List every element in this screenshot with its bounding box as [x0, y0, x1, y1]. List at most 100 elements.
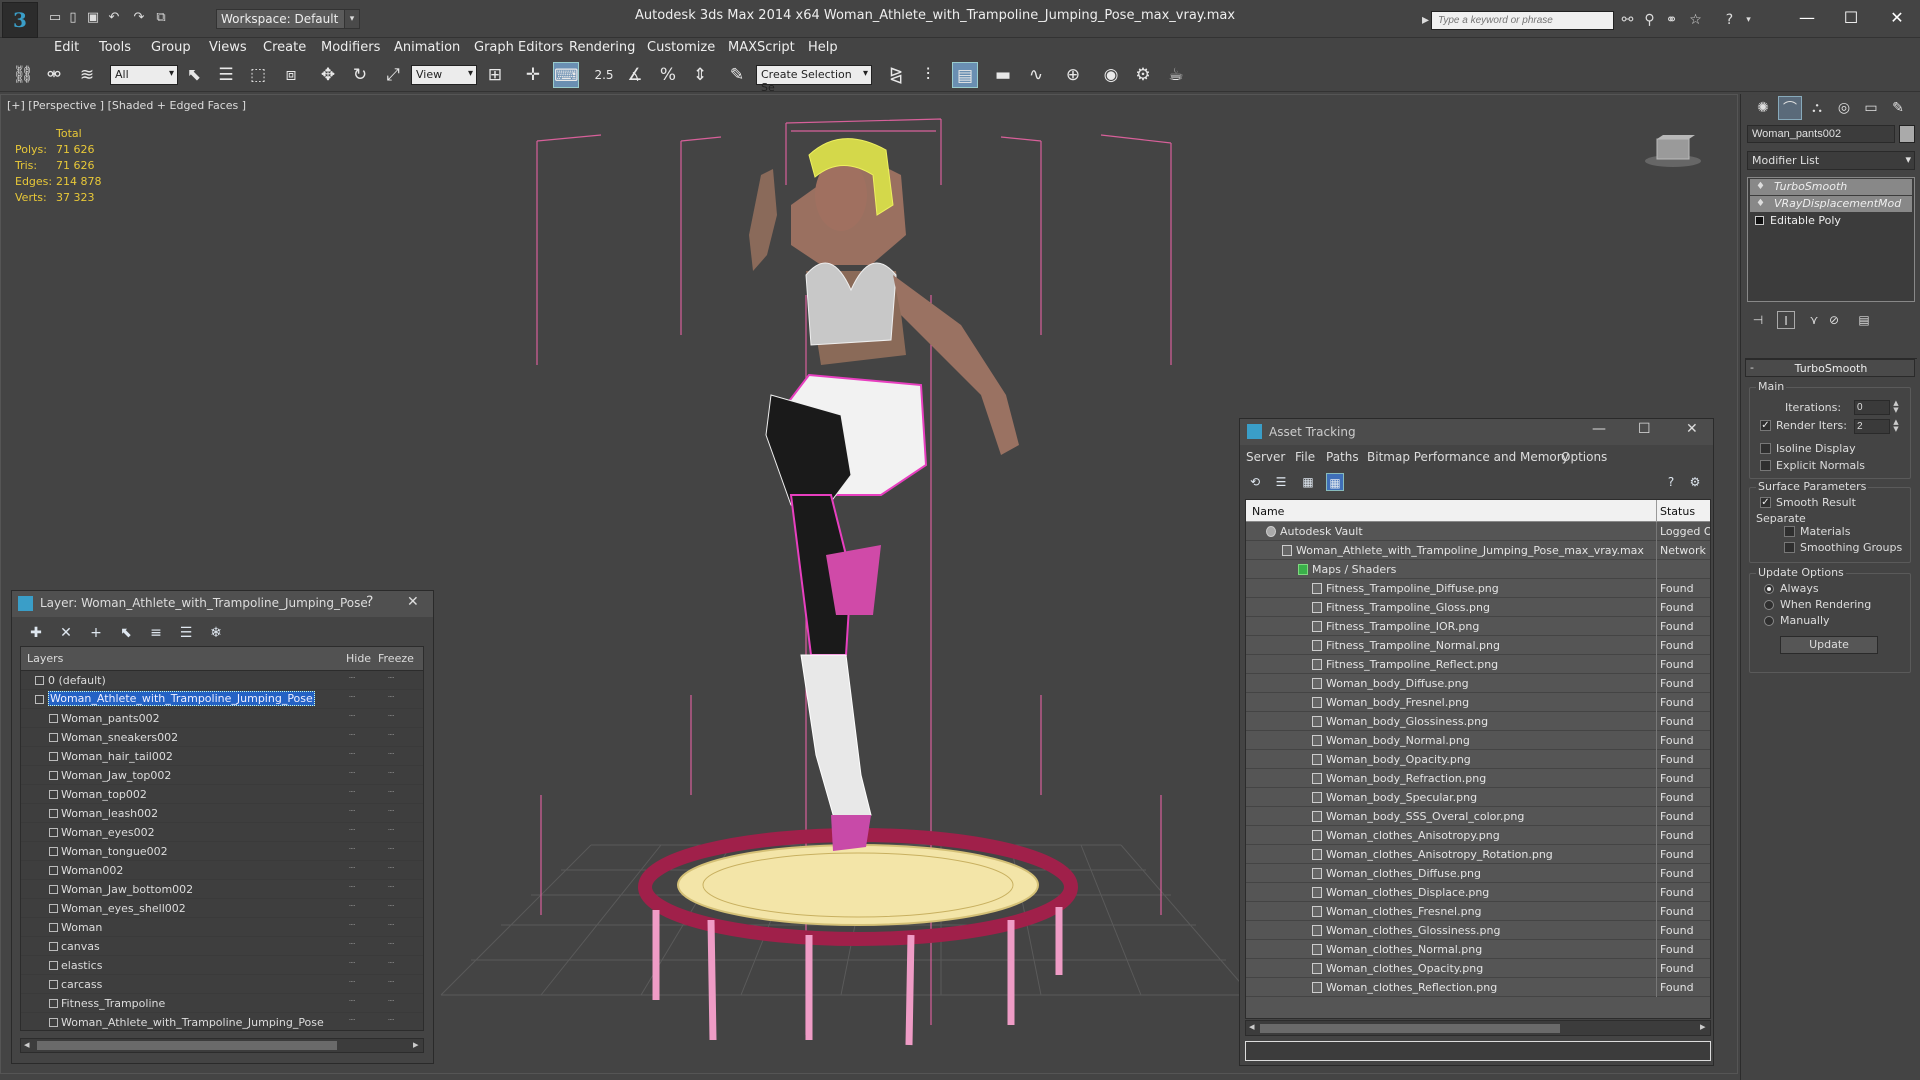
- selection-filter-dropdown[interactable]: All: [110, 65, 178, 85]
- bind-space-warp-icon[interactable]: ≋: [74, 62, 100, 88]
- asset-row[interactable]: Fitness_Trampoline_Diffuse.png Found: [1246, 579, 1710, 598]
- hide-toggle[interactable]: ┈: [349, 863, 355, 874]
- freeze-toggle[interactable]: ┈: [388, 901, 394, 912]
- freeze-toggle[interactable]: ┈: [388, 673, 394, 684]
- hide-toggle[interactable]: ┈: [349, 806, 355, 817]
- asset-row[interactable]: Woman_clothes_Anisotropy.png Found: [1246, 826, 1710, 845]
- freeze-toggle[interactable]: ┈: [388, 711, 394, 722]
- highlight-layer-icon[interactable]: ≡: [146, 623, 166, 643]
- hide-toggle[interactable]: ┈: [349, 996, 355, 1007]
- hide-toggle[interactable]: ┈: [349, 901, 355, 912]
- hide-toggle[interactable]: ┈: [349, 844, 355, 855]
- layer-row[interactable]: Woman_leash002 ┈ ┈: [21, 804, 423, 823]
- configure-modifier-sets-icon[interactable]: ▤: [1855, 311, 1873, 329]
- show-end-result-icon[interactable]: I: [1777, 311, 1795, 329]
- when-rendering-radio[interactable]: [1764, 600, 1774, 610]
- menu-tools[interactable]: Tools: [99, 40, 131, 55]
- stack-item-editable-poly[interactable]: Editable Poly: [1750, 213, 1912, 229]
- freeze-toggle[interactable]: ┈: [388, 939, 394, 950]
- select-object-icon[interactable]: ⬉: [181, 62, 207, 88]
- curve-editor-icon[interactable]: ∿: [1023, 62, 1049, 88]
- asset-row[interactable]: Woman_body_Specular.png Found: [1246, 788, 1710, 807]
- modify-tab-icon[interactable]: ⌒: [1778, 96, 1802, 120]
- align-icon[interactable]: ⫶: [915, 62, 941, 88]
- asset-row[interactable]: Woman_Athlete_with_Trampoline_Jumping_Po…: [1246, 541, 1710, 560]
- stack-item-turbosmooth[interactable]: ♦ TurboSmooth: [1750, 179, 1912, 195]
- remove-modifier-icon[interactable]: ⊘: [1825, 311, 1843, 329]
- spinner-snap-icon[interactable]: ⇕: [687, 62, 713, 88]
- select-by-name-icon[interactable]: ☰: [213, 62, 239, 88]
- object-color-swatch[interactable]: [1899, 125, 1915, 143]
- edit-named-selection-icon[interactable]: ✎: [724, 62, 750, 88]
- new-icon[interactable]: ▭: [46, 9, 64, 27]
- motion-tab-icon[interactable]: ◎: [1832, 96, 1856, 120]
- select-in-layer-icon[interactable]: ⬉: [116, 623, 136, 643]
- help-button[interactable]: ?: [366, 594, 373, 610]
- scrollbar-thumb[interactable]: [37, 1041, 337, 1050]
- explicit-normals-checkbox[interactable]: [1760, 460, 1771, 471]
- delete-layer-icon[interactable]: ✕: [56, 623, 76, 643]
- maximize-icon[interactable]: ☐: [1828, 4, 1874, 32]
- modifier-list-dropdown[interactable]: Modifier List: [1747, 151, 1915, 170]
- rotate-icon[interactable]: ↻: [347, 62, 373, 88]
- smoothing-groups-checkbox[interactable]: [1784, 542, 1795, 553]
- display-tab-icon[interactable]: ▭: [1859, 96, 1883, 120]
- hide-toggle[interactable]: ┈: [349, 692, 355, 703]
- freeze-toggle[interactable]: ┈: [388, 768, 394, 779]
- scale-icon[interactable]: ⤢: [380, 62, 406, 88]
- hide-all-layers-icon[interactable]: ☰: [176, 623, 196, 643]
- hide-toggle[interactable]: ┈: [349, 749, 355, 760]
- asset-row[interactable]: Woman_clothes_Displace.png Found: [1246, 883, 1710, 902]
- hide-toggle[interactable]: ┈: [349, 1015, 355, 1026]
- asset-row[interactable]: Woman_body_Normal.png Found: [1246, 731, 1710, 750]
- schematic-view-icon[interactable]: ⊕: [1060, 62, 1086, 88]
- asset-row[interactable]: Woman_clothes_Opacity.png Found: [1246, 959, 1710, 978]
- asset-row[interactable]: Woman_body_Refraction.png Found: [1246, 769, 1710, 788]
- spinner-arrows-icon[interactable]: ▲ ▼: [1892, 400, 1900, 415]
- freeze-toggle[interactable]: ┈: [388, 996, 394, 1007]
- asset-row[interactable]: Woman_clothes_Glossiness.png Found: [1246, 921, 1710, 940]
- layer-dialog-titlebar[interactable]: Layer: Woman_Athlete_with_Trampoline_Jum…: [12, 591, 433, 617]
- asset-row[interactable]: Fitness_Trampoline_Reflect.png Found: [1246, 655, 1710, 674]
- menu-graph-editors[interactable]: Graph Editors: [474, 40, 563, 55]
- layer-row[interactable]: Woman_eyes002 ┈ ┈: [21, 823, 423, 842]
- render-iters-spinner[interactable]: [1854, 419, 1890, 434]
- create-layer-icon[interactable]: ✚: [26, 623, 46, 643]
- asset-row[interactable]: Woman_clothes_Diffuse.png Found: [1246, 864, 1710, 883]
- reference-coordinate-dropdown[interactable]: View: [411, 65, 477, 85]
- asset-row[interactable]: Woman_body_SSS_Overal_color.png Found: [1246, 807, 1710, 826]
- column-name[interactable]: Name: [1252, 505, 1284, 518]
- stack-item-vraydisplacement[interactable]: ♦ VRayDisplacementMod: [1750, 196, 1912, 212]
- freeze-toggle[interactable]: ┈: [388, 958, 394, 969]
- hide-toggle[interactable]: ┈: [349, 673, 355, 684]
- asset-row[interactable]: Fitness_Trampoline_IOR.png Found: [1246, 617, 1710, 636]
- asset-row[interactable]: Woman_clothes_Fresnel.png Found: [1246, 902, 1710, 921]
- object-name-field[interactable]: [1747, 125, 1895, 143]
- freeze-toggle[interactable]: ┈: [388, 1015, 394, 1026]
- make-unique-icon[interactable]: ⋎: [1805, 311, 1823, 329]
- hide-toggle[interactable]: ┈: [349, 730, 355, 741]
- hide-toggle[interactable]: ┈: [349, 711, 355, 722]
- close-icon[interactable]: ✕: [407, 594, 419, 610]
- freeze-toggle[interactable]: ┈: [388, 825, 394, 836]
- menu-views[interactable]: Views: [209, 40, 247, 55]
- menu-create[interactable]: Create: [263, 40, 306, 55]
- scroll-left-icon[interactable]: ◂: [24, 1038, 30, 1051]
- layer-row[interactable]: Woman_Athlete_with_Trampoline_Jumping_Po…: [21, 690, 423, 709]
- asset-dialog-titlebar[interactable]: Asset Tracking — ☐ ✕: [1240, 419, 1713, 445]
- always-radio[interactable]: [1764, 584, 1774, 594]
- freeze-toggle[interactable]: ┈: [388, 977, 394, 988]
- asset-row[interactable]: Woman_body_Opacity.png Found: [1246, 750, 1710, 769]
- redo-icon[interactable]: ↷: [130, 9, 148, 27]
- workspace-dropdown-arrow-icon[interactable]: ▾: [344, 9, 360, 29]
- asset-row[interactable]: Woman_body_Diffuse.png Found: [1246, 674, 1710, 693]
- render-iters-checkbox[interactable]: ✓: [1760, 420, 1771, 431]
- freeze-toggle[interactable]: ┈: [388, 749, 394, 760]
- layer-row[interactable]: Woman_sneakers002 ┈ ┈: [21, 728, 423, 747]
- graphite-ribbon-icon[interactable]: ▬: [990, 62, 1016, 88]
- search-icon[interactable]: ⚲: [1640, 11, 1659, 30]
- hide-toggle[interactable]: ┈: [349, 825, 355, 836]
- search-input[interactable]: [1431, 11, 1614, 30]
- named-selection-dropdown[interactable]: Create Selection Se: [756, 65, 872, 94]
- mirror-icon[interactable]: ⧎: [883, 62, 909, 88]
